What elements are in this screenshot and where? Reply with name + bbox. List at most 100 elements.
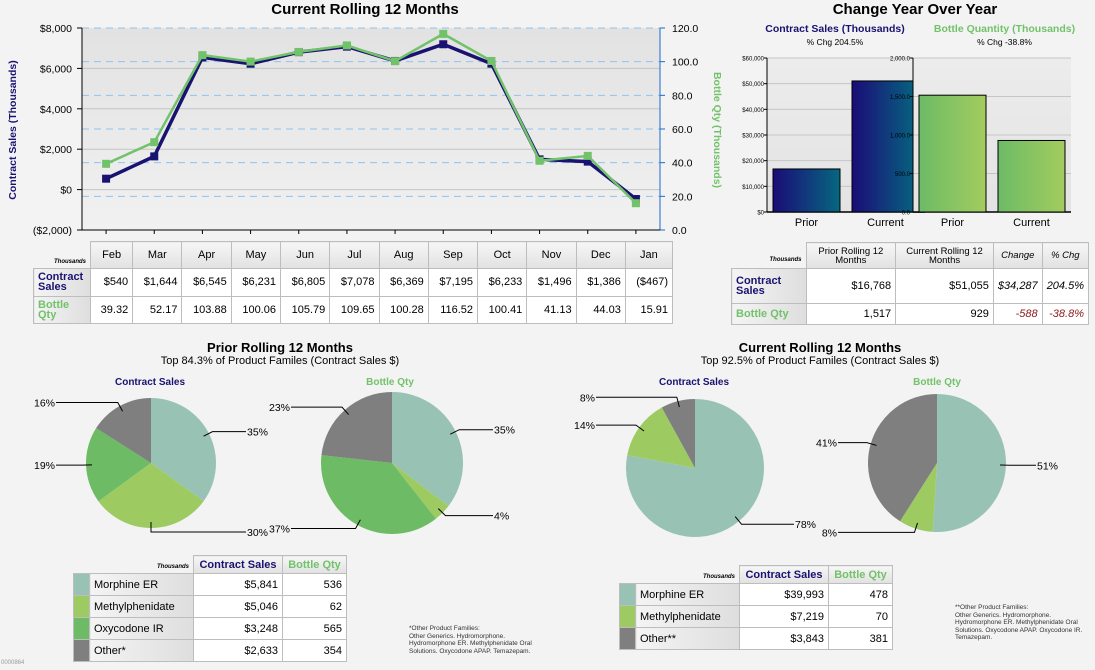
legend-row: Oxycodone IR $3,248 565 (73, 617, 347, 640)
table-cell: 204.5% (1041, 268, 1090, 304)
y-tick-label: $40,000 (742, 108, 764, 114)
row-label: Contract Sales (33, 268, 91, 297)
y-tick-label-right: 40.0 (672, 158, 693, 170)
data-point-bottle-qty (439, 29, 448, 38)
table-cell: $1,496 (526, 268, 577, 297)
current-legend-table: Thousands Contract Sales Bottle Qty Morp… (619, 565, 893, 650)
table-cell: $6,231 (230, 268, 281, 297)
pie-charts: 35% 30% 19% 16% 35% 4% 37% 23% 78% 14% 8% 51% 8% 41% (34, 392, 1058, 539)
y-tick-label: 1,000.0 (890, 134, 911, 140)
row-label: Morphine ER (635, 583, 740, 606)
data-point-contract-sales (102, 174, 111, 183)
table-cell: 100.28 (378, 295, 429, 324)
y-tick-label: $10,000 (742, 185, 764, 191)
pie-leader-line (56, 402, 124, 412)
y-tick-label: $30,000 (742, 134, 764, 140)
legend-swatch (619, 627, 636, 650)
table-cell: 565 (282, 617, 347, 640)
table-cell: ($467) (624, 268, 674, 297)
month-header: Oct (477, 241, 528, 269)
legend-row: Methylphenidate $5,046 62 (73, 595, 347, 618)
y-tick-label-right: 20.0 (672, 191, 693, 203)
row-label: Oxycodone IR (89, 617, 194, 640)
yoy-header: Current Rolling 12 Months (895, 242, 994, 269)
table-cell: 354 (282, 639, 347, 662)
pie-leader-line (596, 424, 645, 432)
month-header: Aug (378, 241, 429, 269)
table-cell: $540 (89, 268, 134, 297)
row-label: Other* (89, 639, 194, 662)
table-cell: 109.65 (329, 295, 380, 324)
table-cell: $6,233 (477, 268, 528, 297)
table-corner-label: Thousands (156, 564, 189, 570)
y-axis-left-label: Contract Sales (Thousands) (7, 60, 19, 199)
yoy-title: Change Year Over Year (832, 1, 998, 18)
table-cell: $2,633 (193, 639, 283, 662)
table-cell: $39,993 (739, 583, 829, 606)
header-bottle-qty: Bottle Qty (828, 565, 893, 584)
table-row-bottle-qty: Bottle Qty 1,517 929 -588 -38.8% (731, 302, 1090, 326)
month-header: Nov (526, 241, 577, 269)
yoy-header: Change (992, 242, 1043, 269)
header-contract-sales: Contract Sales (193, 555, 283, 574)
row-label: Morphine ER (89, 573, 194, 596)
legend-row: Methylphenidate $7,219 70 (619, 605, 893, 628)
pie-slice-label: 41% (816, 438, 837, 450)
data-point-bottle-qty (631, 199, 640, 208)
row-label: Methylphenidate (635, 605, 740, 628)
current-pie1-title: Contract Sales (658, 377, 730, 388)
month-header: Jul (329, 241, 380, 269)
current-subtitle: Top 92.5% of Product Familes (Contract S… (700, 355, 940, 367)
legend-swatch (619, 583, 636, 606)
table-cell: $7,078 (329, 268, 380, 297)
table-cell: 478 (828, 583, 893, 606)
table-row-contract-sales: Contract Sales $16,768 $51,055 $34,287 2… (731, 268, 1090, 304)
prior-title: Prior Rolling 12 Months (207, 340, 353, 355)
month-header: Jun (279, 241, 331, 269)
pie-leader-line (437, 508, 493, 517)
y-tick-label-left: ($2,000) (33, 225, 72, 237)
y-tick-label: $60,000 (742, 57, 764, 63)
y-tick-label: 0.0 (902, 211, 911, 217)
data-point-bottle-qty (246, 57, 255, 66)
y-tick-label-left: $0 (60, 185, 72, 197)
current-pie2-title: Bottle Qty (913, 377, 961, 388)
legend-row: Other* $2,633 354 (73, 639, 347, 662)
bar-current (997, 139, 1066, 213)
month-header: Sep (427, 241, 479, 269)
prior-footnote: *Other Product Families: Other Generics.… (409, 625, 532, 655)
table-cell: $7,195 (427, 268, 479, 297)
line-chart: $8,000 $6,000 $4,000 $2,000 $0 ($2,000) 120.0 1… (7, 23, 723, 237)
table-cell: $1,386 (575, 268, 626, 297)
table-cell: 381 (828, 627, 893, 650)
legend-swatch (73, 595, 90, 618)
legend-row: Other** $3,843 381 (619, 627, 893, 650)
y-tick-label-left: $8,000 (40, 23, 72, 35)
pie-slice-label: 8% (822, 527, 837, 539)
table-cell: 103.88 (181, 295, 232, 324)
pie-slice-label: 51% (1037, 460, 1058, 472)
table-cell: -38.8% (1041, 302, 1090, 326)
table-cell: $16,768 (805, 268, 897, 304)
month-header: May (230, 241, 281, 269)
data-point-bottle-qty (198, 51, 207, 60)
month-header: Mar (132, 241, 183, 269)
monthly-table: Thousands Feb Mar Apr May Jun Jul Aug Se… (33, 241, 674, 324)
y-tick-label-left: $4,000 (40, 104, 72, 116)
yoy-header: Prior Rolling 12 Months (805, 242, 897, 269)
prior-subtitle: Top 84.3% of Product Familes (Contract S… (160, 355, 400, 367)
pie-slice-label: 8% (580, 392, 595, 404)
table-cell: $3,843 (739, 627, 829, 650)
month-header: Jan (624, 241, 674, 269)
month-header: Dec (575, 241, 626, 269)
pie-slice-label: 78% (795, 519, 816, 531)
data-point-contract-sales (150, 152, 159, 161)
table-cell: 39.32 (89, 295, 134, 324)
pie-slice-label: 37% (269, 524, 290, 536)
yoy-header: % Chg (1041, 242, 1090, 269)
row-label: Contract Sales (731, 268, 807, 304)
table-cell: 52.17 (132, 295, 183, 324)
month-header: Feb (89, 241, 134, 269)
table-cell: 70 (828, 605, 893, 628)
table-corner-label: Thousands (53, 259, 86, 265)
